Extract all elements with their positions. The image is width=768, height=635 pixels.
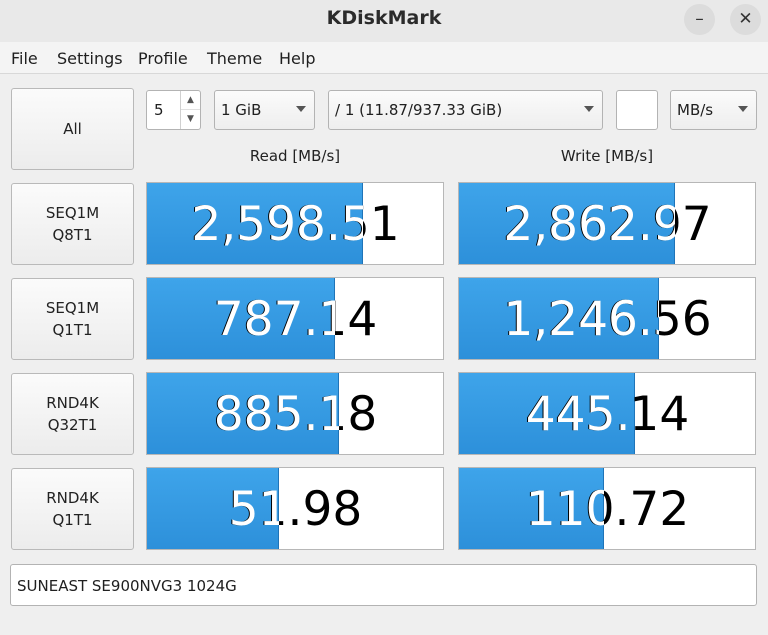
test-label-line1: SEQ1M	[45, 204, 100, 222]
size-select[interactable]: 1 GiB	[214, 90, 315, 130]
read-header: Read [MB/s]	[249, 147, 341, 165]
unit-value: MB/s	[677, 101, 714, 119]
test-label-line2: Q8T1	[52, 226, 93, 244]
runs-value: 5	[154, 101, 164, 119]
device-name: SUNEAST SE900NVG3 1024G	[17, 577, 237, 595]
menu-file[interactable]: File	[11, 49, 38, 68]
menu-profile[interactable]: Profile	[138, 49, 188, 68]
read-result: 885.18 885.18	[146, 372, 444, 455]
test-label-line1: RND4K	[46, 394, 99, 412]
menu-bar: File Settings Profile Theme Help	[0, 42, 768, 74]
size-value: 1 GiB	[221, 101, 262, 119]
target-select[interactable]: / 1 (11.87/937.33 GiB)	[328, 90, 603, 130]
test-label-line1: RND4K	[46, 489, 99, 507]
close-icon: ✕	[738, 9, 753, 29]
test-button-seq1m-q8t1[interactable]: SEQ1M Q8T1	[11, 183, 134, 265]
chevron-down-icon	[584, 106, 594, 112]
minimize-icon: –	[695, 9, 704, 29]
spin-down-icon[interactable]: ▼	[181, 110, 200, 129]
menu-settings[interactable]: Settings	[57, 49, 123, 68]
spin-up-icon[interactable]: ▲	[181, 91, 200, 110]
write-result: 110.72 110.72	[458, 467, 756, 550]
menu-help[interactable]: Help	[279, 49, 315, 68]
read-result: 51.98 51.98	[146, 467, 444, 550]
window-title: KDiskMark	[326, 7, 442, 29]
chevron-down-icon	[296, 106, 306, 112]
menu-theme[interactable]: Theme	[207, 49, 262, 68]
test-button-seq1m-q1t1[interactable]: SEQ1M Q1T1	[11, 278, 134, 360]
write-header: Write [MB/s]	[560, 147, 654, 165]
read-result: 787.14 787.14	[146, 277, 444, 360]
test-label-line2: Q1T1	[52, 511, 93, 529]
test-button-rnd4k-q1t1[interactable]: RND4K Q1T1	[11, 468, 134, 550]
write-result: 1,246.56 1,246.56	[458, 277, 756, 360]
all-button-label: All	[63, 120, 82, 138]
unit-select[interactable]: MB/s	[670, 90, 757, 130]
test-button-rnd4k-q32t1[interactable]: RND4K Q32T1	[11, 373, 134, 455]
target-value: / 1 (11.87/937.33 GiB)	[335, 101, 503, 119]
write-result: 2,862.97 2,862.97	[458, 182, 756, 265]
runs-spinbox[interactable]: 5 ▲ ▼	[146, 90, 201, 130]
all-button[interactable]: All	[11, 88, 134, 170]
test-label-line2: Q1T1	[52, 321, 93, 339]
mode-box[interactable]	[616, 90, 658, 130]
title-bar: KDiskMark – ✕	[0, 0, 768, 42]
write-result: 445.14 445.14	[458, 372, 756, 455]
test-label-line1: SEQ1M	[45, 299, 100, 317]
test-label-line2: Q32T1	[47, 416, 98, 434]
device-info-field[interactable]: SUNEAST SE900NVG3 1024G	[10, 564, 757, 606]
read-result: 2,598.51 2,598.51	[146, 182, 444, 265]
chevron-down-icon	[738, 106, 748, 112]
close-button[interactable]: ✕	[730, 4, 761, 35]
minimize-button[interactable]: –	[684, 4, 715, 35]
